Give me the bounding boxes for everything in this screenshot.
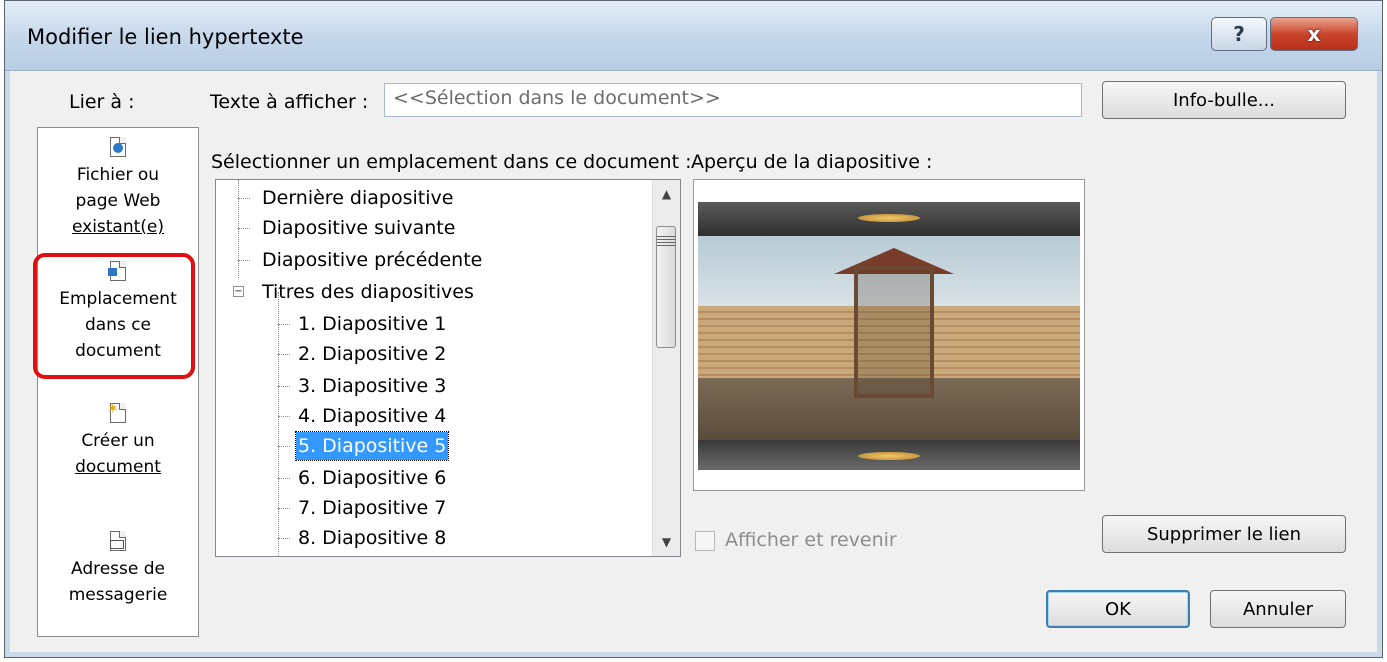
tree-scrollbar[interactable]: ▲ ▼ — [652, 180, 680, 556]
collapse-icon[interactable]: − — [233, 286, 244, 297]
slide-thumbnail-image — [698, 202, 1080, 470]
tree-item-slide[interactable]: 1. Diapositive 1 — [298, 310, 446, 338]
tree-item-next-slide[interactable]: Diapositive suivante — [262, 214, 455, 242]
link-email-address[interactable]: Adresse de messagerie — [38, 530, 198, 608]
existing-file-icon — [107, 136, 129, 160]
title-bar[interactable]: Modifier le lien hypertexte ? x — [5, 1, 1382, 71]
screentip-button[interactable]: Info-bulle... — [1102, 81, 1346, 119]
scroll-up-icon[interactable]: ▲ — [653, 180, 680, 208]
location-label: Sélectionner un emplacement dans ce docu… — [211, 151, 692, 173]
preview-label: Aperçu de la diapositive : — [691, 151, 933, 173]
help-button[interactable]: ? — [1211, 17, 1267, 51]
tree-item-last-slide[interactable]: Dernière diapositive — [262, 184, 453, 212]
scroll-down-icon[interactable]: ▼ — [653, 528, 680, 556]
tree-item-slide[interactable]: 8. Diapositive 8 — [298, 524, 446, 552]
tree-item-slide[interactable]: 2. Diapositive 2 — [298, 340, 446, 368]
new-document-icon: ✶ — [107, 402, 129, 426]
close-button[interactable]: x — [1270, 17, 1358, 51]
text-to-display-input[interactable]: <<Sélection dans le document>> — [384, 83, 1082, 117]
selection-highlight-box — [33, 253, 195, 379]
link-to-panel: Fichier ou page Web existant(e) Emplacem… — [37, 127, 199, 637]
location-tree[interactable]: − Dernière diapositive Diapositive suiva… — [215, 179, 681, 557]
tree-item-slide[interactable]: 3. Diapositive 3 — [298, 372, 446, 400]
hyperlink-dialog: Modifier le lien hypertexte ? x Lier à :… — [4, 0, 1383, 658]
tree-item-slide[interactable]: 4. Diapositive 4 — [298, 402, 446, 430]
tree-item-slide[interactable]: 6. Diapositive 6 — [298, 464, 446, 492]
remove-link-button[interactable]: Supprimer le lien — [1102, 515, 1346, 553]
show-and-return-checkbox[interactable] — [695, 531, 715, 551]
link-create-document[interactable]: ✶ Créer un document — [38, 402, 198, 480]
show-and-return-label: Afficher et revenir — [725, 529, 897, 551]
link-existing-file[interactable]: Fichier ou page Web existant(e) — [38, 136, 198, 240]
ok-button[interactable]: OK — [1046, 590, 1190, 628]
tree-item-slide-titles[interactable]: Titres des diapositives — [262, 278, 474, 306]
email-icon — [107, 530, 129, 554]
text-to-display-label: Texte à afficher : — [210, 91, 369, 113]
scroll-grip-icon — [657, 236, 676, 246]
link-to-label: Lier à : — [69, 91, 135, 113]
cancel-button[interactable]: Annuler — [1210, 590, 1346, 628]
tree-item-slide-selected[interactable]: 5. Diapositive 5 — [294, 431, 450, 461]
tree-item-slide[interactable]: 7. Diapositive 7 — [298, 494, 446, 522]
slide-preview — [693, 179, 1085, 491]
tree-item-previous-slide[interactable]: Diapositive précédente — [262, 246, 482, 274]
dialog-title: Modifier le lien hypertexte — [27, 25, 304, 49]
